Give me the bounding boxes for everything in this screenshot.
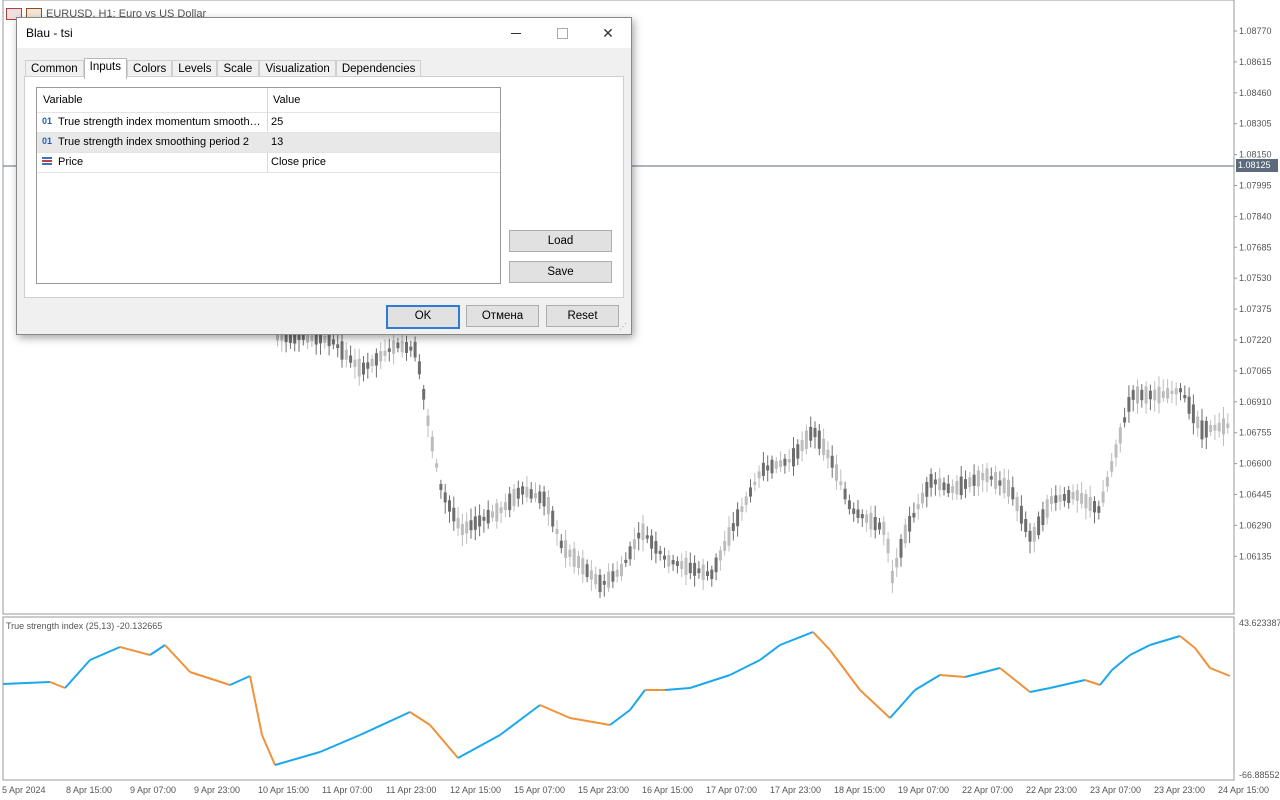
table-row[interactable]: 01 True strength index smoothing period … xyxy=(37,133,500,153)
time-tick: 23 Apr 07:00 xyxy=(1090,785,1141,795)
time-tick: 9 Apr 07:00 xyxy=(130,785,176,795)
maximize-icon xyxy=(556,27,568,39)
price-tick: 1.08615 xyxy=(1239,57,1272,67)
variable-value[interactable]: Close price xyxy=(271,156,326,168)
indicator-max-label: 43.623387 xyxy=(1239,618,1280,628)
price-tick: 1.08305 xyxy=(1239,119,1272,129)
table-row[interactable]: Price Close price xyxy=(37,153,500,173)
inputs-panel: Variable Value 01 True strength index mo… xyxy=(24,76,624,298)
time-tick: 15 Apr 23:00 xyxy=(578,785,629,795)
cancel-button[interactable]: Отмена xyxy=(466,305,539,327)
indicator-title: True strength index (25,13) -20.132665 xyxy=(6,621,163,631)
dialog-title: Blau - tsi xyxy=(26,26,73,40)
resize-grip-icon[interactable]: ⋰ xyxy=(619,322,629,332)
time-tick: 24 Apr 15:00 xyxy=(1218,785,1269,795)
time-tick: 22 Apr 23:00 xyxy=(1026,785,1077,795)
variable-value[interactable]: 25 xyxy=(271,116,283,128)
time-tick: 5 Apr 2024 xyxy=(2,785,46,795)
time-tick: 11 Apr 07:00 xyxy=(322,785,372,795)
time-tick: 9 Apr 23:00 xyxy=(194,785,240,795)
price-tick: 1.06755 xyxy=(1239,428,1272,438)
inputs-table: Variable Value 01 True strength index mo… xyxy=(36,87,501,284)
time-tick: 11 Apr 23:00 xyxy=(386,785,436,795)
tab-inputs[interactable]: Inputs xyxy=(83,58,127,79)
price-tick: 1.07375 xyxy=(1239,304,1272,314)
dialog-tabs: Common Inputs Colors Levels Scale Visual… xyxy=(25,58,422,79)
time-tick: 16 Apr 15:00 xyxy=(642,785,693,795)
price-tick: 1.06445 xyxy=(1239,490,1272,500)
table-row[interactable]: 01 True strength index momentum smoothin… xyxy=(37,113,500,133)
price-tick: 1.06910 xyxy=(1239,397,1272,407)
time-tick: 10 Apr 15:00 xyxy=(258,785,309,795)
load-button[interactable]: Load xyxy=(509,230,612,252)
variable-value[interactable]: 13 xyxy=(271,136,283,148)
maximize-button[interactable] xyxy=(539,18,585,48)
time-tick: 12 Apr 15:00 xyxy=(450,785,501,795)
time-tick: 22 Apr 07:00 xyxy=(962,785,1013,795)
header-value: Value xyxy=(273,94,301,106)
price-tick: 1.07995 xyxy=(1239,181,1272,191)
time-axis: 5 Apr 2024 8 Apr 15:00 9 Apr 07:00 9 Apr 23… xyxy=(2,785,1269,795)
current-price-badge: 1.08125 xyxy=(1236,159,1278,172)
variable-name: Price xyxy=(58,156,84,168)
price-tick: 1.07685 xyxy=(1239,242,1272,252)
variable-name: True strength index momentum smoothing p… xyxy=(58,116,262,128)
price-tick: 1.06135 xyxy=(1239,551,1272,561)
indicator-properties-dialog: Blau - tsi ✕ Common Inputs Colors Levels… xyxy=(16,17,632,335)
indicator-min-label: -66.885521 xyxy=(1239,770,1280,780)
integer-icon: 01 xyxy=(42,116,53,126)
price-tick: 1.07840 xyxy=(1239,211,1272,221)
table-header: Variable Value xyxy=(37,88,500,113)
candles xyxy=(276,321,1230,599)
minimize-icon xyxy=(511,32,521,34)
enum-list-icon xyxy=(42,157,52,166)
price-tick: 1.06600 xyxy=(1239,459,1272,469)
variable-name: True strength index smoothing period 2 xyxy=(58,136,249,148)
save-button[interactable]: Save xyxy=(509,261,612,283)
dialog-titlebar[interactable]: Blau - tsi ✕ xyxy=(17,18,631,48)
time-tick: 23 Apr 23:00 xyxy=(1154,785,1205,795)
time-tick: 17 Apr 23:00 xyxy=(770,785,821,795)
price-tick: 1.07220 xyxy=(1239,335,1272,345)
price-tick: 1.08770 xyxy=(1239,26,1272,36)
time-tick: 8 Apr 15:00 xyxy=(66,785,112,795)
time-tick: 17 Apr 07:00 xyxy=(706,785,757,795)
minimize-button[interactable] xyxy=(493,18,539,48)
reset-button[interactable]: Reset xyxy=(546,305,619,327)
price-tick: 1.07530 xyxy=(1239,273,1272,283)
tsi-line xyxy=(2,631,1231,766)
price-axis: 1.087701.086151.084601.083051.081501.079… xyxy=(1234,26,1272,561)
price-tick: 1.08460 xyxy=(1239,88,1272,98)
price-tick: 1.06290 xyxy=(1239,520,1272,530)
close-button[interactable]: ✕ xyxy=(585,18,631,48)
header-variable: Variable xyxy=(43,94,83,106)
time-tick: 18 Apr 15:00 xyxy=(834,785,885,795)
price-tick: 1.07065 xyxy=(1239,366,1272,376)
time-tick: 15 Apr 07:00 xyxy=(514,785,565,795)
time-tick: 19 Apr 07:00 xyxy=(898,785,949,795)
ok-button[interactable]: OK xyxy=(386,305,460,329)
close-icon: ✕ xyxy=(602,24,614,41)
integer-icon: 01 xyxy=(42,136,53,146)
